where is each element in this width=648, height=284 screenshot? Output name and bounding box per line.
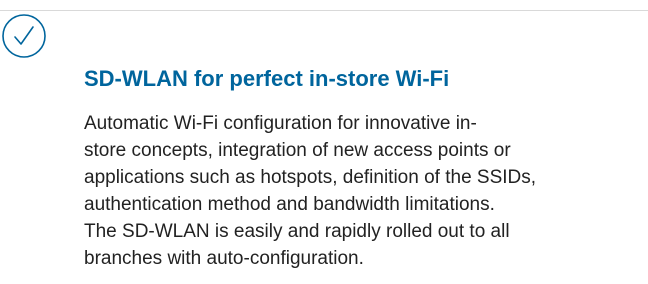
description-line: The SD-WLAN is easily and rapidly rolled… (84, 221, 510, 242)
feature-title: SD-WLAN for perfect in-store Wi-Fi (84, 66, 450, 91)
feature-description: Automatic Wi-Fi configuration for innova… (84, 110, 624, 272)
description-line: branches with auto-configuration. (84, 248, 364, 269)
check-circle-icon (0, 12, 48, 60)
top-divider (0, 10, 648, 11)
description-line: authentication method and bandwidth limi… (84, 194, 495, 215)
description-line: Automatic Wi-Fi configuration for innova… (84, 113, 477, 134)
description-line: store concepts, integration of new acces… (84, 140, 511, 161)
description-line: applications such as hotspots, definitio… (84, 167, 537, 188)
